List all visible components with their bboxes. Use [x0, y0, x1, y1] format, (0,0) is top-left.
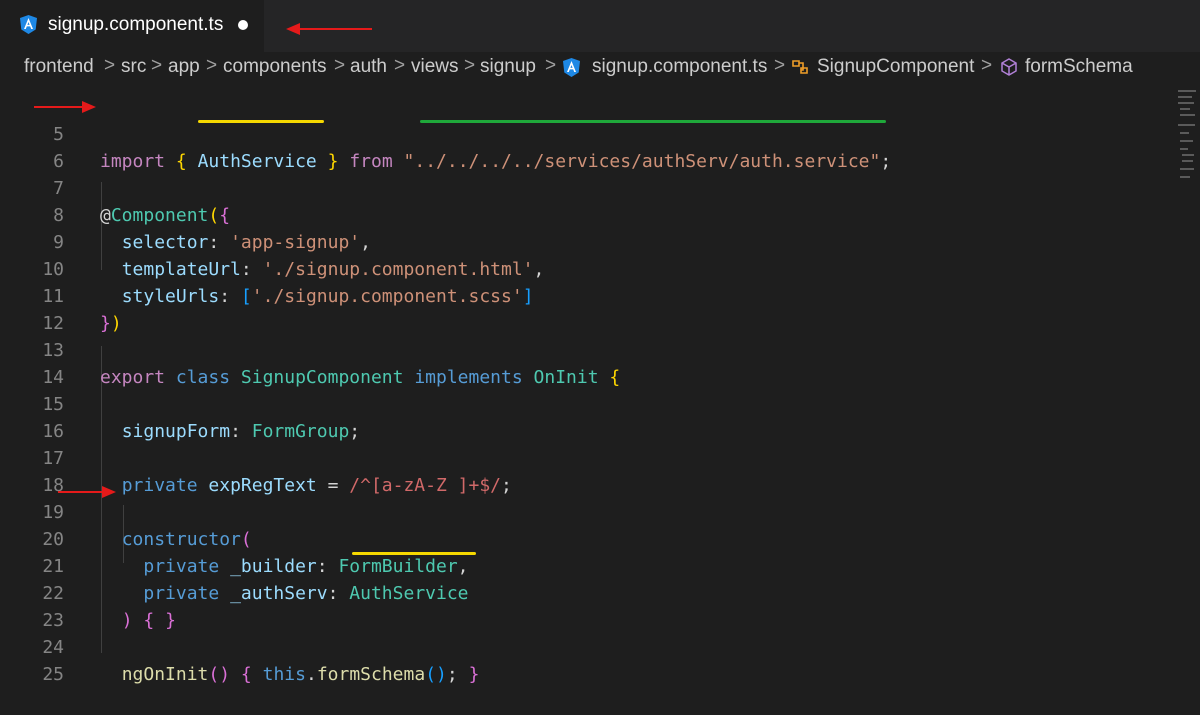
method-symbol-icon: [1001, 58, 1017, 76]
breadcrumb-item-auth[interactable]: auth: [350, 56, 387, 78]
annotation-arrowhead: [286, 23, 300, 35]
breadcrumb-item-src[interactable]: src: [121, 56, 146, 78]
breadcrumb-item-frontend[interactable]: frontend: [24, 56, 94, 78]
code-line: 9 templateUrl: './signup.component.html'…: [0, 202, 1178, 280]
minimap-line: [1180, 168, 1194, 170]
breadcrumb-separator: >: [774, 55, 786, 76]
code-line: 25: [0, 634, 1178, 685]
minimap-line: [1178, 96, 1192, 98]
breadcrumb-separator: >: [981, 55, 993, 76]
annotation-arrow: [296, 28, 372, 30]
angular-icon: [563, 58, 580, 77]
breadcrumb-separator: >: [464, 55, 476, 76]
breadcrumb-item-components[interactable]: components: [223, 56, 327, 78]
code-line: 12: [0, 283, 1178, 334]
line-number: 25: [42, 664, 64, 685]
breadcrumb-item-app[interactable]: app: [168, 56, 200, 78]
code-text: ngOnInit() { this.formSchema(); }: [121, 664, 480, 685]
minimap[interactable]: [1178, 84, 1200, 653]
breadcrumb-separator: >: [545, 55, 557, 76]
code-editor[interactable]: 5 import { AuthService } from "../../../…: [0, 84, 1178, 685]
annotation-arrow: [58, 491, 104, 493]
breadcrumb-separator: >: [151, 55, 163, 76]
minimap-line: [1180, 108, 1190, 110]
code-line: 13 export class SignupComponent implemen…: [0, 310, 1178, 388]
annotation-arrow: [34, 106, 84, 108]
breadcrumb-item-views[interactable]: views: [411, 56, 459, 78]
code-line: 22 ) { }: [0, 553, 1178, 631]
code-line: 14: [0, 337, 1178, 388]
tab-bar: signup.component.ts: [0, 0, 1200, 52]
breadcrumb-item-signup[interactable]: signup: [480, 56, 536, 78]
breadcrumb-item-class[interactable]: SignupComponent: [817, 56, 974, 78]
angular-icon: [20, 15, 37, 34]
code-line: 16: [0, 391, 1178, 442]
annotation-arrowhead: [102, 486, 116, 498]
minimap-line: [1182, 160, 1193, 162]
code-line: 7 @Component({: [0, 148, 1178, 226]
minimap-line: [1180, 148, 1188, 150]
minimap-line: [1180, 114, 1195, 116]
code-line: 18: [0, 445, 1178, 496]
breadcrumb-item-method[interactable]: formSchema: [1025, 56, 1133, 78]
class-symbol-icon: [792, 60, 808, 74]
yellow-underline: [352, 552, 476, 555]
breadcrumb-separator: >: [206, 55, 218, 76]
breadcrumb: frontend > src > app > components > auth…: [0, 52, 1200, 84]
code-line: 8 selector: 'app-signup',: [0, 175, 1178, 253]
code-line: 20 private _builder: FormBuilder,: [0, 499, 1178, 577]
green-underline: [420, 120, 886, 123]
minimap-line: [1178, 90, 1196, 92]
code-line: 15 signupForm: FormGroup;: [0, 364, 1178, 442]
editor-tab[interactable]: signup.component.ts: [0, 0, 264, 52]
breadcrumb-item-file[interactable]: signup.component.ts: [592, 56, 767, 78]
minimap-line: [1182, 154, 1194, 156]
minimap-line: [1178, 124, 1195, 126]
annotation-arrowhead: [82, 101, 96, 113]
tab-title: signup.component.ts: [48, 14, 224, 35]
minimap-line: [1178, 102, 1194, 104]
code-line: 5 import { AuthService } from "../../../…: [0, 94, 1178, 172]
code-line: 23: [0, 580, 1178, 631]
breadcrumb-separator: >: [394, 55, 406, 76]
yellow-underline: [198, 120, 324, 123]
code-line: 10 styleUrls: ['./signup.component.scss'…: [0, 229, 1178, 307]
code-line: 21 private _authServ: AuthService: [0, 526, 1178, 604]
code-line: 11 }): [0, 256, 1178, 334]
breadcrumb-separator: >: [104, 55, 116, 76]
code-line: 6: [0, 121, 1178, 172]
code-line: 19 constructor(: [0, 472, 1178, 550]
code-line: 24 ngOnInit() { this.formSchema(); }: [0, 607, 1178, 685]
minimap-line: [1180, 176, 1190, 178]
minimap-line: [1180, 132, 1189, 134]
breadcrumb-separator: >: [334, 55, 346, 76]
unsaved-dot-icon[interactable]: [238, 20, 248, 30]
minimap-line: [1180, 140, 1193, 142]
code-line: 17 private expRegText = /^[a-zA-Z ]+$/;: [0, 418, 1178, 496]
